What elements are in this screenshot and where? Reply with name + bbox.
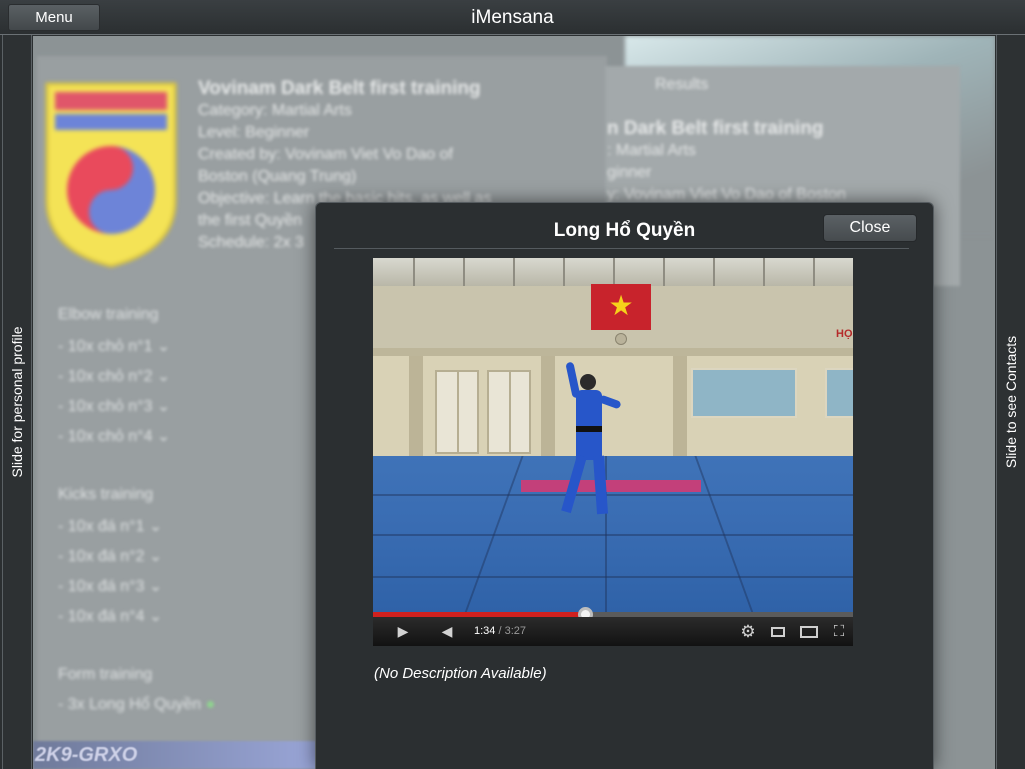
exercise-item[interactable]: - 10x đá n°4 ⌄ (58, 606, 162, 626)
exercise-label: 10x chỏ n°2 (67, 368, 153, 385)
exercise-item[interactable]: - 10x đá n°2 ⌄ (58, 546, 162, 566)
exercise-label: 10x đá n°3 (67, 578, 145, 595)
red-mat-strip (521, 480, 701, 492)
course-title: Vovinam Dark Belt first training (198, 78, 481, 99)
personal-profile-slider[interactable]: Slide for personal profile (2, 35, 32, 769)
window (825, 368, 853, 418)
exercise-label: 10x đá n°2 (67, 548, 145, 565)
course-schedule: Schedule: 2x 3 (198, 234, 304, 251)
course-level: Level: Beginner (198, 124, 310, 141)
video-modal: Long Hổ Quyền Close ★ HỌ ▶ ◀ 1:34 / 3:27… (315, 202, 934, 769)
volume-icon[interactable]: ◀ (435, 617, 459, 646)
wall-sign: HỌ (836, 328, 853, 340)
fighter-body (576, 390, 602, 460)
modal-divider (334, 248, 909, 249)
watermark: 2K9-GRXO (35, 744, 138, 766)
results-level: ginner (607, 164, 652, 181)
section-heading: Elbow training (58, 306, 159, 323)
exercise-label: 10x đá n°1 (67, 518, 145, 535)
player-controls: ▶ ◀ 1:34 / 3:27 ⚙ ⛶ (373, 617, 853, 646)
app-title: iMensana (471, 7, 554, 28)
pillar (673, 356, 687, 456)
pillar (409, 356, 423, 456)
window (691, 368, 797, 418)
door (435, 370, 479, 454)
exercise-item[interactable]: - 3x Long Hổ Quyền ● (58, 696, 215, 714)
fullscreen-icon[interactable]: ⛶ (828, 617, 850, 646)
course-created-by: Created by: Vovinam Viet Vo Dao of (198, 146, 453, 163)
app-window: Menu iMensana Vovinam Dark Belt first tr… (0, 0, 1025, 769)
check-icon: ● (205, 696, 216, 713)
time-display: 1:34 / 3:27 (474, 617, 526, 646)
video-description: (No Description Available) (374, 665, 547, 682)
section-heading: Form training (58, 666, 153, 683)
video-wall-stripe (373, 348, 853, 356)
exercise-item[interactable]: - 10x chỏ n°2 ⌄ (58, 366, 170, 386)
exercise-item[interactable]: - 10x chỏ n°1 ⌄ (58, 336, 170, 356)
play-icon[interactable]: ▶ (391, 617, 415, 646)
contacts-slider-label: Slide to see Contacts (1003, 335, 1019, 469)
current-time: 1:34 (474, 625, 496, 637)
flag-star-icon: ★ (608, 290, 634, 321)
door (487, 370, 531, 454)
exercise-label: 10x đá n°4 (67, 608, 145, 625)
time-separator: / (495, 625, 505, 637)
top-bar: Menu iMensana (0, 0, 1025, 35)
video-player[interactable]: ★ HỌ ▶ ◀ 1:34 / 3:27 ⚙ ⛶ (373, 258, 853, 646)
exercise-label: 3x Long Hổ Quyền (67, 696, 202, 713)
course-created-by-2: Boston (Quang Trung) (198, 168, 357, 185)
exercise-label: 10x chỏ n°1 (67, 338, 153, 355)
contacts-slider[interactable]: Slide to see Contacts (996, 35, 1025, 769)
exercise-item[interactable]: - 10x chỏ n°4 ⌄ (58, 426, 170, 446)
pillar (541, 356, 555, 456)
personal-profile-slider-label: Slide for personal profile (9, 326, 25, 478)
video-ceiling (373, 258, 853, 286)
exercise-label: 10x chỏ n°4 (67, 428, 153, 445)
large-player-icon[interactable] (797, 617, 821, 646)
small-player-icon[interactable] (767, 617, 789, 646)
wall-emblem (615, 333, 627, 345)
close-button[interactable]: Close (823, 214, 917, 242)
settings-gear-icon[interactable]: ⚙ (737, 617, 759, 646)
exercise-item[interactable]: - 10x chỏ n°3 ⌄ (58, 396, 170, 416)
section-heading: Kicks training (58, 486, 154, 503)
exercise-label: 10x chỏ n°3 (67, 398, 153, 415)
duration: 3:27 (504, 625, 527, 637)
course-category: Category: Martial Arts (198, 102, 352, 119)
exercise-item[interactable]: - 10x đá n°1 ⌄ (58, 516, 162, 536)
exercise-item[interactable]: - 10x đá n°3 ⌄ (58, 576, 162, 596)
video-frame[interactable]: ★ HỌ (373, 258, 853, 613)
results-category: : Martial Arts (607, 142, 696, 159)
fighter-head (580, 374, 596, 390)
vietnam-flag: ★ (591, 284, 651, 330)
results-course-title: n Dark Belt first training (607, 118, 824, 139)
course-objective-2: the first Quyền (198, 212, 303, 229)
results-tab[interactable]: Results (655, 76, 708, 94)
vovinam-logo (45, 82, 177, 268)
fighter-belt (576, 426, 602, 432)
